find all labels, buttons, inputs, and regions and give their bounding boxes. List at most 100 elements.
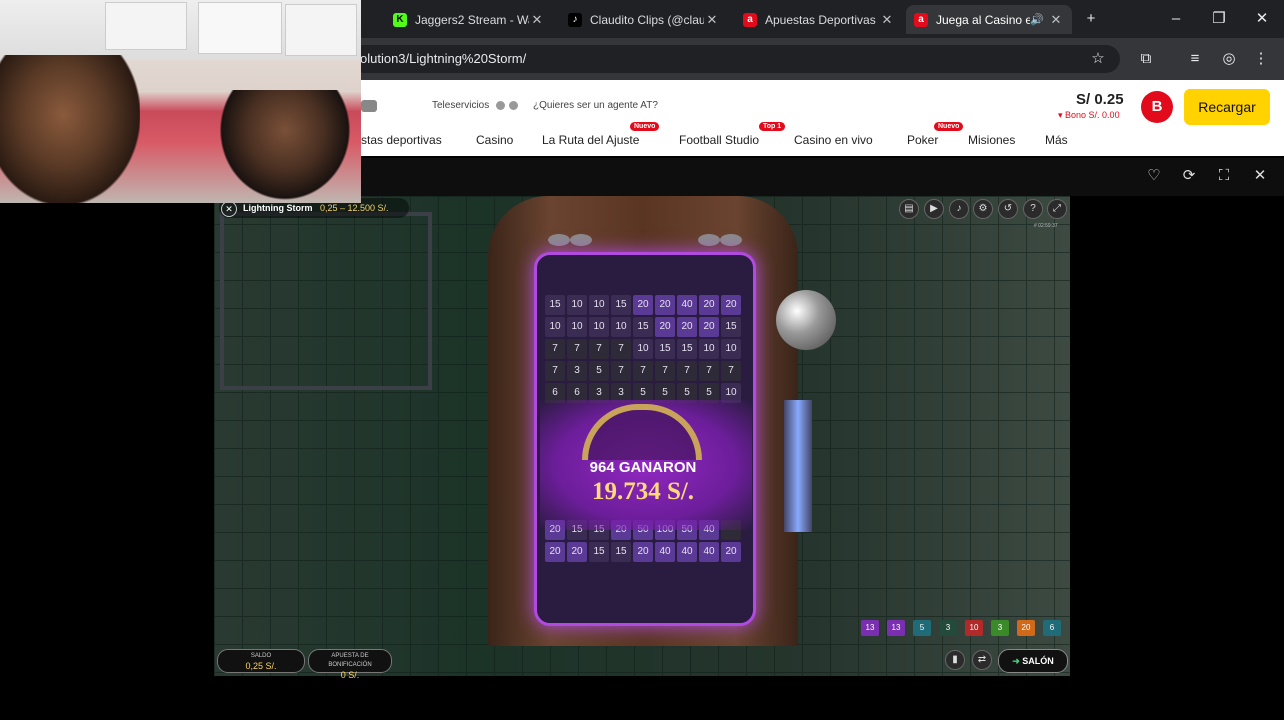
- help-icon[interactable]: ?: [1023, 199, 1043, 219]
- nav-football-studio[interactable]: Football Studio: [679, 133, 759, 147]
- minimize-icon[interactable]: –: [1165, 8, 1187, 30]
- board-cell: 15: [611, 295, 631, 315]
- youtube-icon[interactable]: [361, 100, 377, 112]
- board-cell: 10: [611, 317, 631, 337]
- tab-title: Jaggers2 Stream - Wa: [415, 12, 529, 27]
- tesla-coil: [784, 400, 812, 532]
- saldo-label: SALDO: [250, 653, 272, 659]
- close-tab-icon[interactable]: ✕: [1048, 12, 1064, 28]
- close-game-icon[interactable]: ✕: [1249, 165, 1271, 187]
- lobby-button[interactable]: ➜ SALÓN: [998, 649, 1068, 673]
- history-icon[interactable]: ↺: [998, 199, 1018, 219]
- recharge-button[interactable]: Recargar: [1184, 89, 1270, 125]
- video-icon[interactable]: ▶: [924, 199, 944, 219]
- board-cell: 20: [633, 295, 653, 315]
- maximize-icon[interactable]: ❐: [1208, 8, 1230, 30]
- board-cell: 3: [567, 361, 587, 381]
- board-cell: 10: [545, 317, 565, 337]
- media-icon[interactable]: ≡: [1184, 48, 1206, 70]
- nav-more[interactable]: Más: [1045, 133, 1068, 147]
- history-result: 3: [991, 620, 1009, 636]
- bulb-icon: [548, 234, 570, 246]
- bonus-bet-label: APUESTA DE BONIFICACIÓN: [328, 653, 372, 668]
- history-result: 13: [861, 620, 879, 636]
- board-cell: 20: [655, 295, 675, 315]
- board-cell: 20: [721, 295, 741, 315]
- board-cell: 20: [721, 542, 741, 562]
- nav-sports[interactable]: stas deportivas: [361, 133, 442, 147]
- new-badge: Nuevo: [630, 122, 660, 131]
- board-cell: 7: [567, 339, 587, 359]
- extensions-icon[interactable]: ⧉: [1135, 48, 1157, 70]
- board-cell: 20: [699, 317, 719, 337]
- site-icon: a: [743, 12, 757, 27]
- board-cell: 15: [589, 542, 609, 562]
- user-avatar[interactable]: B: [1141, 91, 1173, 123]
- board-cell: 20: [567, 542, 587, 562]
- profile-icon[interactable]: ◎: [1218, 48, 1240, 70]
- bonus-balance[interactable]: ▾ Bono S/. 0.00: [1058, 110, 1120, 121]
- saldo-value: 0,25 S/.: [245, 661, 277, 671]
- nav-missions[interactable]: Misiones: [968, 133, 1015, 147]
- whatsapp-icon[interactable]: [496, 101, 505, 110]
- favorite-icon[interactable]: ♡: [1143, 165, 1165, 187]
- fullscreen-icon[interactable]: ⛶: [1213, 165, 1235, 187]
- close-tab-icon[interactable]: ✕: [879, 12, 895, 28]
- agent-link[interactable]: ¿Quieres ser un agente AT?: [533, 100, 658, 111]
- tab-apuestas[interactable]: a Apuestas Deportivas ✕: [735, 5, 903, 34]
- nav-casino[interactable]: Casino: [476, 133, 513, 147]
- toggle-icon[interactable]: ⇄: [972, 650, 992, 670]
- new-tab-button[interactable]: +: [1080, 8, 1102, 30]
- board-cell: 10: [721, 339, 741, 359]
- close-window-icon[interactable]: ✕: [1251, 8, 1273, 30]
- board-cell: 7: [545, 361, 565, 381]
- board-cell: 40: [655, 542, 675, 562]
- fullscreen-icon[interactable]: ⤢: [1047, 199, 1067, 219]
- board-cell: 20: [677, 317, 697, 337]
- close-tab-icon[interactable]: ✕: [529, 12, 545, 28]
- bet-limits: 0,25 – 12.500 S/.: [320, 203, 389, 213]
- saldo-display: SALDO 0,25 S/.: [217, 649, 305, 673]
- nav-ruta-ajuste[interactable]: La Ruta del Ajuste: [542, 133, 639, 147]
- nav-live-casino[interactable]: Casino en vivo: [794, 133, 873, 147]
- menu-icon[interactable]: ⋮: [1250, 48, 1272, 70]
- board-cell: 15: [611, 542, 631, 562]
- person-right: [215, 90, 355, 203]
- board-cell: 10: [567, 295, 587, 315]
- board-cell: 7: [677, 361, 697, 381]
- board-cell: 15: [545, 295, 565, 315]
- teleservicios-link[interactable]: Teleservicios: [432, 100, 489, 111]
- person-left: [0, 55, 140, 203]
- board-cell: 7: [721, 361, 741, 381]
- poster: [285, 4, 357, 56]
- board-cell: 7: [611, 339, 631, 359]
- tab-claudito[interactable]: ♪ Claudito Clips (@clau ✕: [560, 5, 728, 34]
- board-cell: 10: [699, 339, 719, 359]
- board-cell: 7: [545, 339, 565, 359]
- stats-icon[interactable]: ▮: [945, 650, 965, 670]
- nav-poker[interactable]: Poker: [907, 133, 938, 147]
- tab-title: Juega al Casino e: [936, 12, 1031, 27]
- tab-jaggers[interactable]: K Jaggers2 Stream - Wa ✕: [385, 5, 553, 34]
- speaker-icon[interactable]: 🔊: [1030, 13, 1044, 26]
- bonus-bet-display[interactable]: APUESTA DE BONIFICACIÓN 0 S/.: [308, 649, 392, 680]
- url-field[interactable]: olution3/Lightning%20Storm/: [350, 45, 1120, 73]
- reload-icon[interactable]: ⟳: [1178, 165, 1200, 187]
- settings-icon[interactable]: ⚙: [973, 199, 993, 219]
- close-tab-icon[interactable]: ✕: [704, 12, 720, 28]
- star-icon[interactable]: ☆: [1087, 48, 1109, 70]
- phone-icon[interactable]: [509, 101, 518, 110]
- tab-casino-active[interactable]: a Juega al Casino e 🔊 ✕: [906, 5, 1072, 34]
- game-title: Lightning Storm: [243, 203, 313, 213]
- balance: S/ 0.25: [1076, 91, 1124, 108]
- chat-icon[interactable]: ▤: [899, 199, 919, 219]
- history-result: 13: [887, 620, 905, 636]
- board-cell: 5: [589, 361, 609, 381]
- sound-icon[interactable]: ♪: [949, 199, 969, 219]
- history-result: 10: [965, 620, 983, 636]
- board-cell: 7: [611, 361, 631, 381]
- bonus-label: Bono S/. 0.00: [1065, 110, 1120, 120]
- bonus-bet-value: 0 S/.: [340, 670, 360, 680]
- close-game-icon[interactable]: ✕: [221, 201, 237, 217]
- top-badge: Top 1: [759, 122, 786, 131]
